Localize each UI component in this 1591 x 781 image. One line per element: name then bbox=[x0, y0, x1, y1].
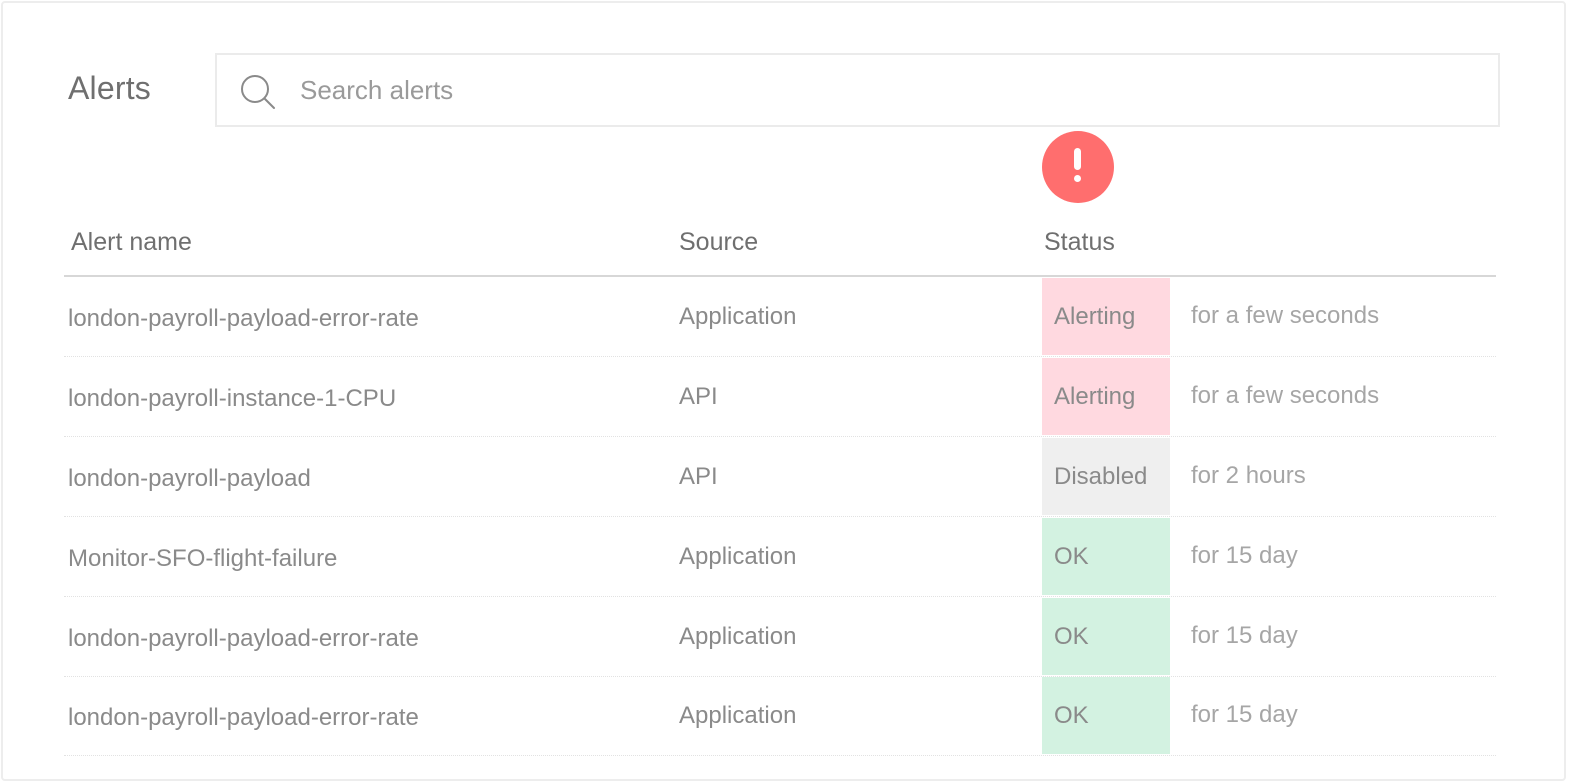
status-badge: OK bbox=[1042, 518, 1170, 595]
status-duration: for 2 hours bbox=[1191, 462, 1306, 489]
search-icon bbox=[241, 75, 275, 109]
table-row[interactable]: london-payroll-payload-error-rate Applica… bbox=[0, 278, 1591, 357]
status-duration: for 15 day bbox=[1191, 542, 1298, 569]
status-badge: OK bbox=[1042, 598, 1170, 675]
column-header-source[interactable]: Source bbox=[679, 228, 758, 257]
source-cell: API bbox=[679, 463, 718, 490]
status-duration: for a few seconds bbox=[1191, 382, 1380, 409]
alert-name-cell[interactable]: london-payroll-payload-error-rate bbox=[68, 305, 419, 333]
row-divider bbox=[64, 436, 1496, 437]
status-badge: Alerting bbox=[1042, 278, 1170, 355]
source-cell: Application bbox=[679, 702, 797, 729]
search-box[interactable] bbox=[215, 53, 1500, 127]
status-duration: for a few seconds bbox=[1191, 302, 1380, 329]
alert-name-cell[interactable]: Monitor-SFO-flight-failure bbox=[68, 545, 337, 573]
status-badge: Alerting bbox=[1042, 358, 1170, 435]
source-cell: Application bbox=[679, 543, 797, 570]
alert-name-cell[interactable]: london-payroll-payload bbox=[68, 465, 311, 493]
status-duration: for 15 day bbox=[1191, 622, 1298, 649]
status-badge: OK bbox=[1042, 677, 1170, 754]
page-title: Alerts bbox=[68, 70, 151, 106]
row-divider bbox=[64, 516, 1496, 517]
column-header-alert-name[interactable]: Alert name bbox=[71, 228, 192, 257]
alert-name-cell[interactable]: london-payroll-payload-error-rate bbox=[68, 704, 419, 732]
table-row[interactable]: london-payroll-instance-1-CPU API Alerting… bbox=[0, 358, 1591, 437]
search-input[interactable] bbox=[300, 69, 1450, 111]
source-cell: Application bbox=[679, 303, 797, 330]
alert-indicator[interactable] bbox=[1042, 131, 1114, 203]
table-row[interactable]: london-payroll-payload-error-rate Applica… bbox=[0, 677, 1591, 756]
source-cell: API bbox=[679, 383, 718, 410]
table-row[interactable]: london-payroll-payload API Disabled for 2 h… bbox=[0, 438, 1591, 517]
alert-name-cell[interactable]: london-payroll-instance-1-CPU bbox=[68, 385, 396, 413]
row-divider bbox=[64, 755, 1496, 756]
status-badge: Disabled bbox=[1042, 438, 1170, 515]
status-duration: for 15 day bbox=[1191, 701, 1298, 728]
table-row[interactable]: Monitor-SFO-flight-failure Application OK f… bbox=[0, 518, 1591, 597]
source-cell: Application bbox=[679, 623, 797, 650]
alert-name-cell[interactable]: london-payroll-payload-error-rate bbox=[68, 625, 419, 653]
row-divider bbox=[64, 596, 1496, 597]
row-divider bbox=[64, 356, 1496, 357]
table-row[interactable]: london-payroll-payload-error-rate Applica… bbox=[0, 598, 1591, 677]
header-divider bbox=[64, 275, 1496, 277]
column-header-status[interactable]: Status bbox=[1044, 228, 1115, 257]
